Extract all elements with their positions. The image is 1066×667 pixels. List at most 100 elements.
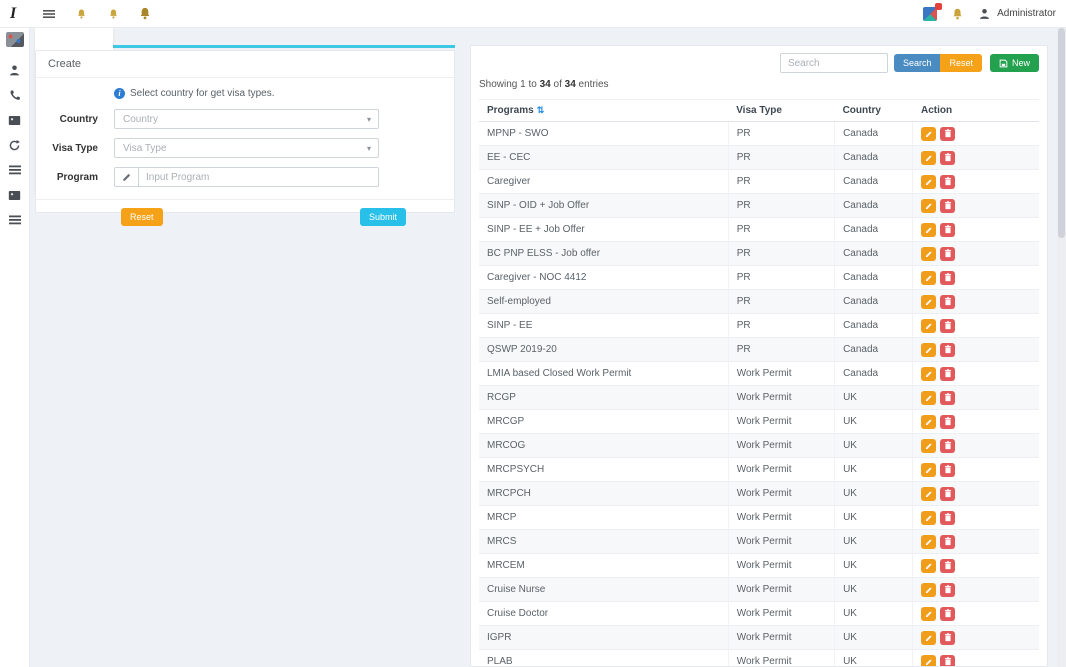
info-icon: i [114,88,125,99]
country-label: Country [36,114,98,125]
edit-button[interactable] [921,511,936,525]
delete-trash-icon [944,273,952,282]
edit-button[interactable] [921,175,936,189]
delete-button[interactable] [940,415,955,429]
logo-graphic[interactable] [6,32,24,47]
program-input[interactable] [138,167,379,187]
delete-button[interactable] [940,631,955,645]
image-card-icon[interactable] [4,109,26,131]
table-row: MRCS Work Permit UK [479,530,1039,554]
delete-button[interactable] [940,583,955,597]
menu-icon[interactable] [38,3,60,25]
edit-button[interactable] [921,319,936,333]
bell-icon[interactable] [70,3,92,25]
delete-button[interactable] [940,463,955,477]
program-cell: IGPR [479,626,728,650]
delete-button[interactable] [940,127,955,141]
notification-badge [935,3,942,10]
edit-button[interactable] [921,295,936,309]
delete-button[interactable] [940,511,955,525]
form-reset-button[interactable]: Reset [121,208,163,226]
refresh-icon[interactable] [4,134,26,156]
visa-type-cell: Work Permit [728,626,834,650]
visa-type-cell: PR [728,314,834,338]
delete-button[interactable] [940,151,955,165]
form-submit-button[interactable]: Submit [360,208,406,226]
menu-lines-icon[interactable] [4,209,26,231]
visa-type-cell: Work Permit [728,506,834,530]
action-cell [913,602,1039,626]
edit-button[interactable] [921,607,936,621]
delete-button[interactable] [940,199,955,213]
delete-button[interactable] [940,535,955,549]
delete-button[interactable] [940,343,955,357]
sort-icon[interactable]: ⇅ [537,105,545,115]
edit-button[interactable] [921,391,936,405]
column-header-country[interactable]: Country [835,100,913,122]
edit-button[interactable] [921,271,936,285]
scrollbar-thumb[interactable] [1058,28,1065,238]
bell-icon[interactable] [134,3,156,25]
delete-button[interactable] [940,487,955,501]
edit-button[interactable] [921,487,936,501]
edit-button[interactable] [921,367,936,381]
delete-button[interactable] [940,247,955,261]
edit-button[interactable] [921,535,936,549]
search-button[interactable]: Search [894,54,941,72]
brand-logo[interactable]: I [10,5,16,23]
delete-button[interactable] [940,391,955,405]
bell-icon[interactable] [951,7,964,21]
delete-button[interactable] [940,271,955,285]
delete-button[interactable] [940,655,955,667]
edit-button[interactable] [921,415,936,429]
user-menu[interactable]: Administrator [978,7,1056,21]
action-cell [913,290,1039,314]
table-row: MRCP Work Permit UK [479,506,1039,530]
delete-button[interactable] [940,175,955,189]
visa-type-cell: PR [728,266,834,290]
new-button[interactable]: New [990,54,1039,72]
scrollbar[interactable] [1057,28,1066,667]
edit-pencil-icon [925,394,933,402]
edit-button[interactable] [921,343,936,357]
column-header-visa-type[interactable]: Visa Type [728,100,834,122]
edit-button[interactable] [921,247,936,261]
active-tab-indicator[interactable] [113,30,455,48]
country-cell: Canada [835,170,913,194]
program-cell: Caregiver - NOC 4412 [479,266,728,290]
delete-button[interactable] [940,295,955,309]
apps-badge-icon[interactable] [923,7,937,21]
action-cell [913,434,1039,458]
column-header-programs[interactable]: Programs⇅ [479,100,728,122]
phone-icon[interactable] [4,84,26,106]
action-cell [913,338,1039,362]
delete-button[interactable] [940,559,955,573]
delete-button[interactable] [940,319,955,333]
delete-button[interactable] [940,223,955,237]
edit-button[interactable] [921,655,936,667]
edit-button[interactable] [921,559,936,573]
image-card-icon[interactable] [4,184,26,206]
country-select-placeholder: Country [123,114,158,125]
edit-button[interactable] [921,463,936,477]
search-input[interactable] [780,53,888,73]
visa-type-select[interactable]: Visa Type ▾ [114,138,379,158]
edit-button[interactable] [921,199,936,213]
edit-button[interactable] [921,151,936,165]
user-avatar-icon [978,7,991,21]
edit-button[interactable] [921,439,936,453]
delete-button[interactable] [940,607,955,621]
delete-button[interactable] [940,439,955,453]
country-select[interactable]: Country ▾ [114,109,379,129]
action-cell [913,362,1039,386]
edit-button[interactable] [921,127,936,141]
table-reset-button[interactable]: Reset [940,54,982,72]
menu-lines-icon[interactable] [4,159,26,181]
edit-button[interactable] [921,631,936,645]
edit-pencil-icon [925,130,933,138]
user-icon[interactable] [4,59,26,81]
bell-icon[interactable] [102,3,124,25]
edit-button[interactable] [921,223,936,237]
edit-button[interactable] [921,583,936,597]
delete-button[interactable] [940,367,955,381]
